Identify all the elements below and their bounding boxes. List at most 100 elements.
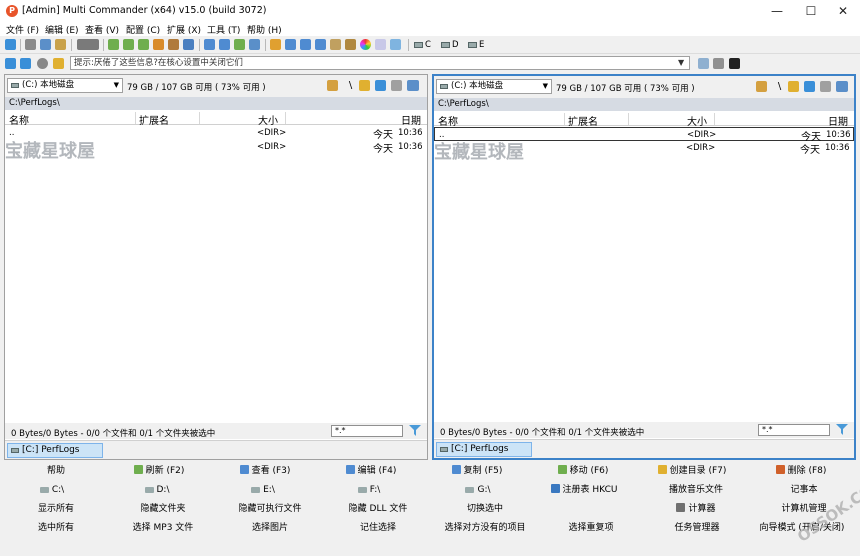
terminal-icon[interactable] — [729, 58, 740, 69]
new-file-icon[interactable] — [108, 39, 119, 50]
color-picker-icon[interactable] — [360, 39, 371, 50]
panel-layout-icon[interactable] — [836, 81, 848, 92]
drive-c-button[interactable]: C:\ — [0, 481, 104, 499]
column-name[interactable]: 名称 — [438, 113, 458, 128]
layout-icon[interactable] — [77, 39, 99, 50]
select-unique-button[interactable]: 选择对方没有的项目 — [430, 519, 540, 537]
play-music-button[interactable]: 播放音乐文件 — [640, 481, 752, 499]
tree-icon[interactable] — [756, 81, 767, 92]
remember-selection-button[interactable]: 记住选择 — [322, 519, 434, 537]
refresh-button[interactable]: 刷新 (F2) — [104, 462, 214, 480]
refresh-icon[interactable] — [804, 81, 815, 92]
pin-icon[interactable] — [820, 81, 831, 92]
select-mp3-button[interactable]: 选择 MP3 文件 — [108, 519, 218, 537]
column-ext[interactable]: 扩展名 — [139, 112, 169, 127]
open-file-icon[interactable] — [123, 39, 134, 50]
chat-icon[interactable] — [375, 39, 386, 50]
filter-icon[interactable] — [836, 424, 848, 435]
forward-icon[interactable] — [20, 58, 31, 69]
toggle-selection-button[interactable]: 切换选中 — [430, 500, 540, 518]
archive-icon[interactable] — [153, 39, 164, 50]
app-icon[interactable]: P — [6, 5, 18, 17]
task-manager-button[interactable]: 任务管理器 — [642, 519, 752, 537]
help-button[interactable]: 帮助 — [0, 462, 112, 480]
drive-selector[interactable]: (C:) 本地磁盘 ▼ — [436, 79, 552, 94]
column-divider[interactable] — [135, 112, 136, 124]
copy-button[interactable]: 复制 (F5) — [422, 462, 532, 480]
column-divider[interactable] — [714, 113, 715, 125]
hide-exe-button[interactable]: 隐藏可执行文件 — [214, 500, 326, 518]
refresh-icon[interactable] — [375, 80, 386, 91]
package-icon[interactable] — [168, 39, 179, 50]
sync-icon[interactable] — [204, 39, 215, 50]
paste-icon[interactable] — [55, 39, 66, 50]
tab-perflogs[interactable]: [C:] PerfLogs — [7, 443, 103, 458]
column-divider[interactable] — [628, 113, 629, 125]
menu-config[interactable]: 配置 (C) — [126, 23, 160, 36]
view-button[interactable]: 查看 (F3) — [210, 462, 320, 480]
list-icon[interactable] — [713, 58, 724, 69]
column-divider[interactable] — [564, 113, 565, 125]
filter-input[interactable]: *.* — [758, 424, 830, 436]
drive-g-button[interactable]: G:\ — [422, 481, 534, 499]
checkmark-icon[interactable] — [234, 39, 245, 50]
command-line-input[interactable]: 提示:厌倦了这些信息?在核心设置中关闭它们 — [70, 56, 690, 70]
registry-button[interactable]: 注册表 HKCU — [528, 481, 640, 499]
notes-icon[interactable] — [698, 58, 709, 69]
edit-button[interactable]: 编辑 (F4) — [316, 462, 426, 480]
maximize-button[interactable]: ☐ — [794, 0, 828, 22]
column-date[interactable]: 日期 — [401, 112, 421, 127]
select-all-button[interactable]: 选中所有 — [0, 519, 112, 537]
search-icon[interactable] — [249, 39, 260, 50]
menu-extensions[interactable]: 扩展 (X) — [167, 23, 201, 36]
drive-button-c[interactable]: C — [414, 40, 431, 50]
calculator-button[interactable]: 计算器 — [640, 500, 752, 518]
save-icon[interactable] — [183, 39, 194, 50]
path-bar[interactable]: C:\PerfLogs\ — [434, 98, 854, 111]
refresh-icon[interactable] — [5, 39, 16, 50]
document-icon[interactable] — [315, 39, 326, 50]
drive-f-button[interactable]: F:\ — [316, 481, 422, 499]
drive-button-e[interactable]: E — [468, 40, 484, 50]
hide-dll-button[interactable]: 隐藏 DLL 文件 — [322, 500, 434, 518]
monitor-icon[interactable] — [390, 39, 401, 50]
panel-layout-icon[interactable] — [407, 80, 419, 91]
menu-tools[interactable]: 工具 (T) — [207, 23, 240, 36]
make-dir-button[interactable]: 创建目录 (F7) — [634, 462, 750, 480]
column-divider[interactable] — [199, 112, 200, 124]
history-icon[interactable] — [37, 58, 48, 69]
show-all-button[interactable]: 显示所有 — [0, 500, 112, 518]
column-ext[interactable]: 扩展名 — [568, 113, 598, 128]
delete-button[interactable]: 删除 (F8) — [746, 462, 856, 480]
edit-file-icon[interactable] — [138, 39, 149, 50]
clipboard-icon[interactable] — [330, 39, 341, 50]
folder-icon[interactable] — [270, 39, 281, 50]
document-icon[interactable] — [300, 39, 311, 50]
select-images-button[interactable]: 选择图片 — [214, 519, 326, 537]
eye-icon[interactable] — [345, 39, 356, 50]
compare-icon[interactable] — [219, 39, 230, 50]
column-size[interactable]: 大小 — [687, 113, 707, 128]
path-bar[interactable]: C:\PerfLogs\ — [5, 97, 427, 110]
menu-help[interactable]: 帮助 (H) — [247, 23, 282, 36]
back-icon[interactable] — [5, 58, 16, 69]
tree-icon[interactable] — [327, 80, 338, 91]
column-name[interactable]: 名称 — [9, 112, 29, 127]
move-button[interactable]: 移动 (F6) — [528, 462, 638, 480]
column-date[interactable]: 日期 — [828, 113, 848, 128]
filter-icon[interactable] — [409, 425, 421, 436]
favorites-icon[interactable] — [53, 58, 64, 69]
parent-folder-icon[interactable] — [359, 80, 370, 91]
tab-perflogs[interactable]: [C:] PerfLogs — [436, 442, 532, 457]
drive-button-d[interactable]: D — [441, 40, 459, 50]
hide-folders-button[interactable]: 隐藏文件夹 — [108, 500, 218, 518]
document-icon[interactable] — [285, 39, 296, 50]
minimize-button[interactable]: — — [760, 0, 794, 22]
copy-icon[interactable] — [40, 39, 51, 50]
menu-edit[interactable]: 编辑 (E) — [45, 23, 79, 36]
parent-folder-icon[interactable] — [788, 81, 799, 92]
drive-e-button[interactable]: E:\ — [210, 481, 316, 499]
column-size[interactable]: 大小 — [258, 112, 278, 127]
root-icon[interactable]: \ — [774, 81, 785, 92]
column-divider[interactable] — [285, 112, 286, 124]
